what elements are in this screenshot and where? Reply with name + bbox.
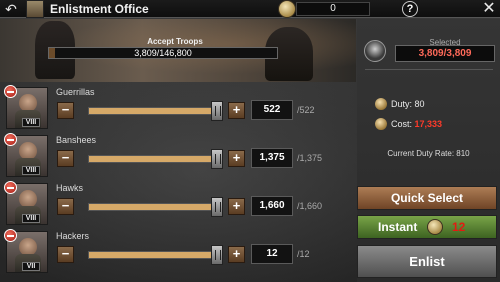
instant-button[interactable]: Instant 12 <box>357 215 497 239</box>
close-icon[interactable]: ✕ <box>480 0 498 18</box>
slider-handle[interactable] <box>211 245 223 265</box>
building-icon <box>26 0 44 18</box>
tier-badge: VIII <box>22 166 40 175</box>
cost-label: Cost: <box>391 119 415 129</box>
unit-name: Banshees <box>56 135 97 145</box>
decrease-button[interactable]: − <box>57 102 74 119</box>
remove-icon[interactable] <box>4 133 17 146</box>
coin-icon <box>278 0 296 18</box>
tier-badge: VIII <box>22 214 40 223</box>
unit-row: VIII Banshees − + 1,375 /1,375 <box>0 132 356 180</box>
quantity-slider[interactable] <box>88 197 223 217</box>
cost-value: 17,333 <box>414 119 443 129</box>
unit-row: VIII Hawks − + 1,660 /1,660 <box>0 180 356 228</box>
duty-icon <box>375 98 387 110</box>
divider <box>365 69 493 70</box>
summary-panel: Selected 3,809/3,809 Duty: 80 Cost: 17,3… <box>357 19 500 282</box>
commander-avatar <box>364 40 386 62</box>
quantity-max: /12 <box>297 249 310 259</box>
quick-select-button[interactable]: Quick Select <box>357 186 497 210</box>
quantity-max: /1,375 <box>297 153 323 163</box>
decrease-button[interactable]: − <box>57 150 74 167</box>
banner: Accept Troops 3,809/146,800 <box>0 19 356 82</box>
remove-icon[interactable] <box>4 229 17 242</box>
decrease-button[interactable]: − <box>57 198 74 215</box>
slider-fill <box>89 252 217 258</box>
quantity-input[interactable]: 522 <box>251 100 293 120</box>
unit-name: Hawks <box>56 183 84 193</box>
quantity-slider[interactable] <box>88 245 223 265</box>
increase-button[interactable]: + <box>228 246 245 263</box>
quantity-input[interactable]: 1,375 <box>251 148 293 168</box>
quantity-input[interactable]: 1,660 <box>251 196 293 216</box>
page-title: Enlistment Office <box>50 2 149 16</box>
tier-badge: VII <box>22 262 40 271</box>
quantity-max: /522 <box>297 105 315 115</box>
slider-handle[interactable] <box>211 197 223 217</box>
remove-icon[interactable] <box>4 85 17 98</box>
tier-badge: VIII <box>22 118 40 127</box>
slider-handle[interactable] <box>211 149 223 169</box>
cost-icon <box>375 118 387 130</box>
selected-value: 3,809/3,809 <box>395 45 495 62</box>
coin-icon <box>427 219 443 235</box>
troop-capacity-bar: 3,809/146,800 <box>48 47 278 59</box>
unit-row: VII Hackers − + 12 /12 <box>0 228 356 276</box>
slider-fill <box>89 204 217 210</box>
unit-list: VIII Guerrillas − + 522 /522 VIII Banshe… <box>0 84 356 282</box>
quantity-max: /1,660 <box>297 201 323 211</box>
decrease-button[interactable]: − <box>57 246 74 263</box>
remove-icon[interactable] <box>4 181 17 194</box>
increase-button[interactable]: + <box>228 198 245 215</box>
instant-cost: 12 <box>452 220 466 234</box>
unit-name: Hackers <box>56 231 90 241</box>
unit-row: VIII Guerrillas − + 522 /522 <box>0 84 356 132</box>
enlist-button[interactable]: Enlist <box>357 245 497 278</box>
quantity-slider[interactable] <box>88 101 223 121</box>
troop-capacity-text: 3,809/146,800 <box>134 48 192 58</box>
unit-name: Guerrillas <box>56 87 95 97</box>
duty-text: Duty: 80 <box>391 99 425 109</box>
cost-text: Cost: 17,333 <box>391 119 442 129</box>
instant-label: Instant <box>378 220 418 234</box>
quantity-input[interactable]: 12 <box>251 244 293 264</box>
quantity-slider[interactable] <box>88 149 223 169</box>
increase-button[interactable]: + <box>228 102 245 119</box>
help-button[interactable]: ? <box>402 1 418 17</box>
coin-balance: 0 <box>296 2 370 16</box>
duty-rate: Current Duty Rate: 810 <box>387 149 470 158</box>
slider-fill <box>89 156 217 162</box>
slider-fill <box>89 108 217 114</box>
accept-troops-label: Accept Troops <box>147 37 203 46</box>
top-bar: ↶ Enlistment Office 0 ? ✕ <box>0 0 500 18</box>
back-arrow-icon[interactable]: ↶ <box>2 1 20 17</box>
increase-button[interactable]: + <box>228 150 245 167</box>
slider-handle[interactable] <box>211 101 223 121</box>
